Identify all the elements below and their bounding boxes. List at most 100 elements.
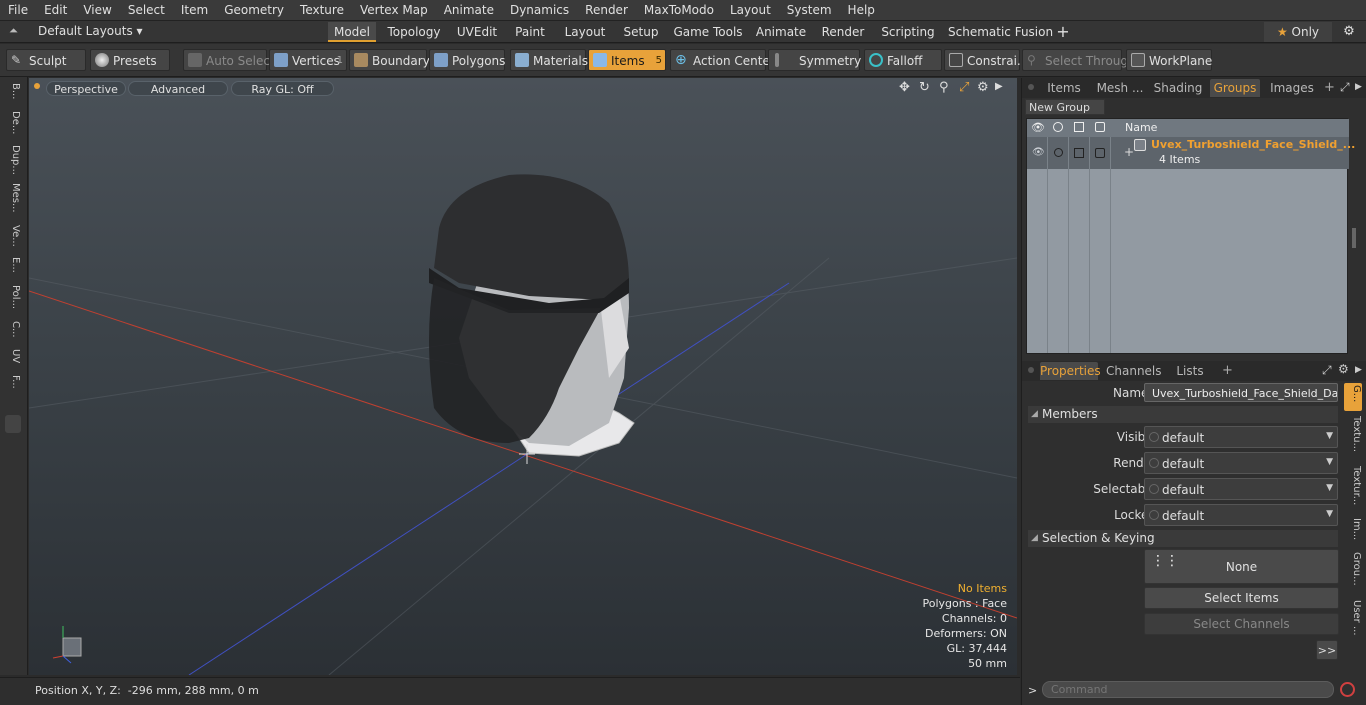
symmetry-button[interactable]: Symmetry — [768, 49, 861, 71]
menu-dynamics[interactable]: Dynamics — [502, 0, 577, 21]
add-tab-icon[interactable]: + — [1052, 22, 1074, 42]
raygl-button[interactable]: Ray GL: Off — [231, 81, 334, 96]
select-items-button[interactable]: Select Items — [1144, 587, 1339, 609]
tab-items[interactable]: Items — [1042, 79, 1086, 97]
tab-render[interactable]: Render — [818, 22, 868, 42]
layout-preset-dropdown[interactable]: Default Layouts ▾ — [38, 24, 143, 38]
menu-maxtomodo[interactable]: MaxToModo — [636, 0, 722, 21]
left-tab-vertex[interactable]: Ve... — [5, 225, 21, 253]
menu-help[interactable]: Help — [840, 0, 883, 21]
menu-texture[interactable]: Texture — [292, 0, 352, 21]
group-name[interactable]: Uvex_Turboshield_Face_Shield_... — [1151, 138, 1355, 151]
viewport-expand-icon[interactable]: ▶ — [995, 81, 1003, 92]
menu-select[interactable]: Select — [120, 0, 173, 21]
visibility-eye-icon[interactable]: 👁 — [1031, 121, 1045, 134]
selectable-dropdown[interactable]: default ▼ — [1144, 478, 1338, 500]
menu-edit[interactable]: Edit — [36, 0, 75, 21]
lock-icon[interactable] — [1095, 122, 1105, 132]
command-input[interactable] — [1042, 681, 1334, 698]
left-tab-curve[interactable]: C... — [5, 321, 21, 345]
rotate-icon[interactable]: ↻ — [919, 80, 930, 95]
tab-setup[interactable]: Setup — [619, 22, 663, 42]
panel-menu-dot[interactable] — [1028, 84, 1034, 90]
visible-dropdown[interactable]: default ▼ — [1144, 426, 1338, 448]
polygons-button[interactable]: Polygons — [429, 49, 505, 71]
tab-shading[interactable]: Shading — [1152, 79, 1204, 97]
side-tab-texture[interactable]: Textu... — [1346, 416, 1362, 460]
more-button[interactable]: >> — [1316, 640, 1338, 660]
menu-system[interactable]: System — [779, 0, 840, 21]
menu-geometry[interactable]: Geometry — [216, 0, 292, 21]
menu-view[interactable]: View — [75, 0, 119, 21]
properties-expand-icon[interactable]: ⤢ — [1322, 363, 1332, 378]
tab-paint[interactable]: Paint — [510, 22, 550, 42]
perspective-button[interactable]: Perspective — [46, 81, 126, 96]
tab-properties[interactable]: Properties — [1040, 362, 1101, 380]
left-tab-extra[interactable] — [5, 415, 21, 433]
presets-button[interactable]: Presets — [90, 49, 170, 71]
selectable-radio[interactable] — [1149, 484, 1159, 494]
panel-expand-icon[interactable]: ⤢ — [1340, 80, 1350, 95]
zoom-icon[interactable]: ⚲ — [939, 80, 949, 95]
left-tab-mesh-edit[interactable]: Mes... — [5, 183, 21, 221]
add-properties-tab-icon[interactable]: + — [1222, 363, 1233, 378]
tab-schematic-fusion[interactable]: Schematic Fusion — [948, 22, 1053, 42]
locked-dropdown[interactable]: default ▼ — [1144, 504, 1338, 526]
boundary-button[interactable]: Boundary — [349, 49, 430, 71]
constraints-button[interactable]: Constrai... — [944, 49, 1028, 71]
tab-uvedit[interactable]: UVEdit — [454, 22, 500, 42]
groups-scrollbar[interactable] — [1352, 228, 1356, 248]
visible-radio[interactable] — [1149, 432, 1159, 442]
advanced-button[interactable]: Advanced — [128, 81, 228, 96]
viewport-menu-dot[interactable] — [34, 83, 40, 89]
tab-scripting[interactable]: Scripting — [878, 22, 938, 42]
render-icon[interactable] — [1053, 122, 1063, 132]
row-render-icon[interactable] — [1054, 148, 1063, 157]
menu-render[interactable]: Render — [577, 0, 636, 21]
falloff-button[interactable]: Falloff — [864, 49, 942, 71]
panel-arrow-icon[interactable]: ▶ — [1355, 82, 1362, 92]
menu-layout[interactable]: Layout — [722, 0, 779, 21]
properties-gear-icon[interactable]: ⚙ — [1338, 362, 1349, 376]
side-tab-group[interactable]: G... — [1346, 385, 1362, 409]
settings-gear-icon[interactable]: ⚙ — [1338, 22, 1360, 42]
left-tab-duplicate[interactable]: Dup... — [5, 145, 21, 179]
pan-icon[interactable]: ✥ — [899, 80, 910, 95]
3d-viewport[interactable]: Perspective Advanced Ray GL: Off ✥ ↻ ⚲ ⤢… — [29, 78, 1017, 675]
new-group-button[interactable]: New Group — [1025, 99, 1105, 115]
row-select-checkbox[interactable] — [1074, 148, 1084, 158]
properties-arrow-icon[interactable]: ▶ — [1355, 365, 1362, 375]
side-tab-image[interactable]: Im... — [1346, 518, 1362, 544]
expand-plus-icon[interactable]: + — [1124, 145, 1134, 159]
tab-images[interactable]: Images — [1268, 79, 1316, 97]
vertices-button[interactable]: Vertices 1 — [269, 49, 347, 71]
workplane-button[interactable]: WorkPlane — [1126, 49, 1212, 71]
maximize-icon[interactable]: ⤢ — [959, 80, 969, 95]
select-channels-button[interactable]: Select Channels — [1144, 613, 1339, 635]
tab-groups[interactable]: Groups — [1210, 79, 1260, 97]
tab-lists[interactable]: Lists — [1168, 362, 1212, 380]
render-radio[interactable] — [1149, 458, 1159, 468]
only-toggle[interactable]: ★ Only — [1264, 22, 1332, 42]
menu-item[interactable]: Item — [173, 0, 216, 21]
menu-file[interactable]: File — [0, 0, 36, 21]
add-panel-tab-icon[interactable]: + — [1324, 80, 1335, 95]
viewport-settings-icon[interactable]: ⚙ — [977, 80, 989, 95]
left-tab-polygon[interactable]: Pol... — [5, 285, 21, 317]
locked-radio[interactable] — [1149, 510, 1159, 520]
materials-button[interactable]: Materials — [510, 49, 588, 71]
row-lock-checkbox[interactable] — [1095, 148, 1105, 158]
sculpt-button[interactable]: ✎ Sculpt — [6, 49, 86, 71]
tab-model[interactable]: Model — [328, 22, 376, 42]
side-tab-group-2[interactable]: Grou... — [1346, 552, 1362, 594]
auto-select-button[interactable]: Auto Select — [183, 49, 275, 71]
select-lock-icon[interactable] — [1074, 122, 1084, 132]
tab-channels[interactable]: Channels — [1106, 362, 1162, 380]
selection-keying-section[interactable]: ◢ Selection & Keying — [1028, 530, 1338, 547]
tab-animate[interactable]: Animate — [753, 22, 809, 42]
tab-mesh[interactable]: Mesh ... — [1094, 79, 1146, 97]
left-tab-fusion[interactable]: F... — [5, 375, 21, 401]
left-tab-uv[interactable]: UV — [5, 349, 21, 371]
menu-animate[interactable]: Animate — [436, 0, 502, 21]
tab-game-tools[interactable]: Game Tools — [673, 22, 743, 42]
